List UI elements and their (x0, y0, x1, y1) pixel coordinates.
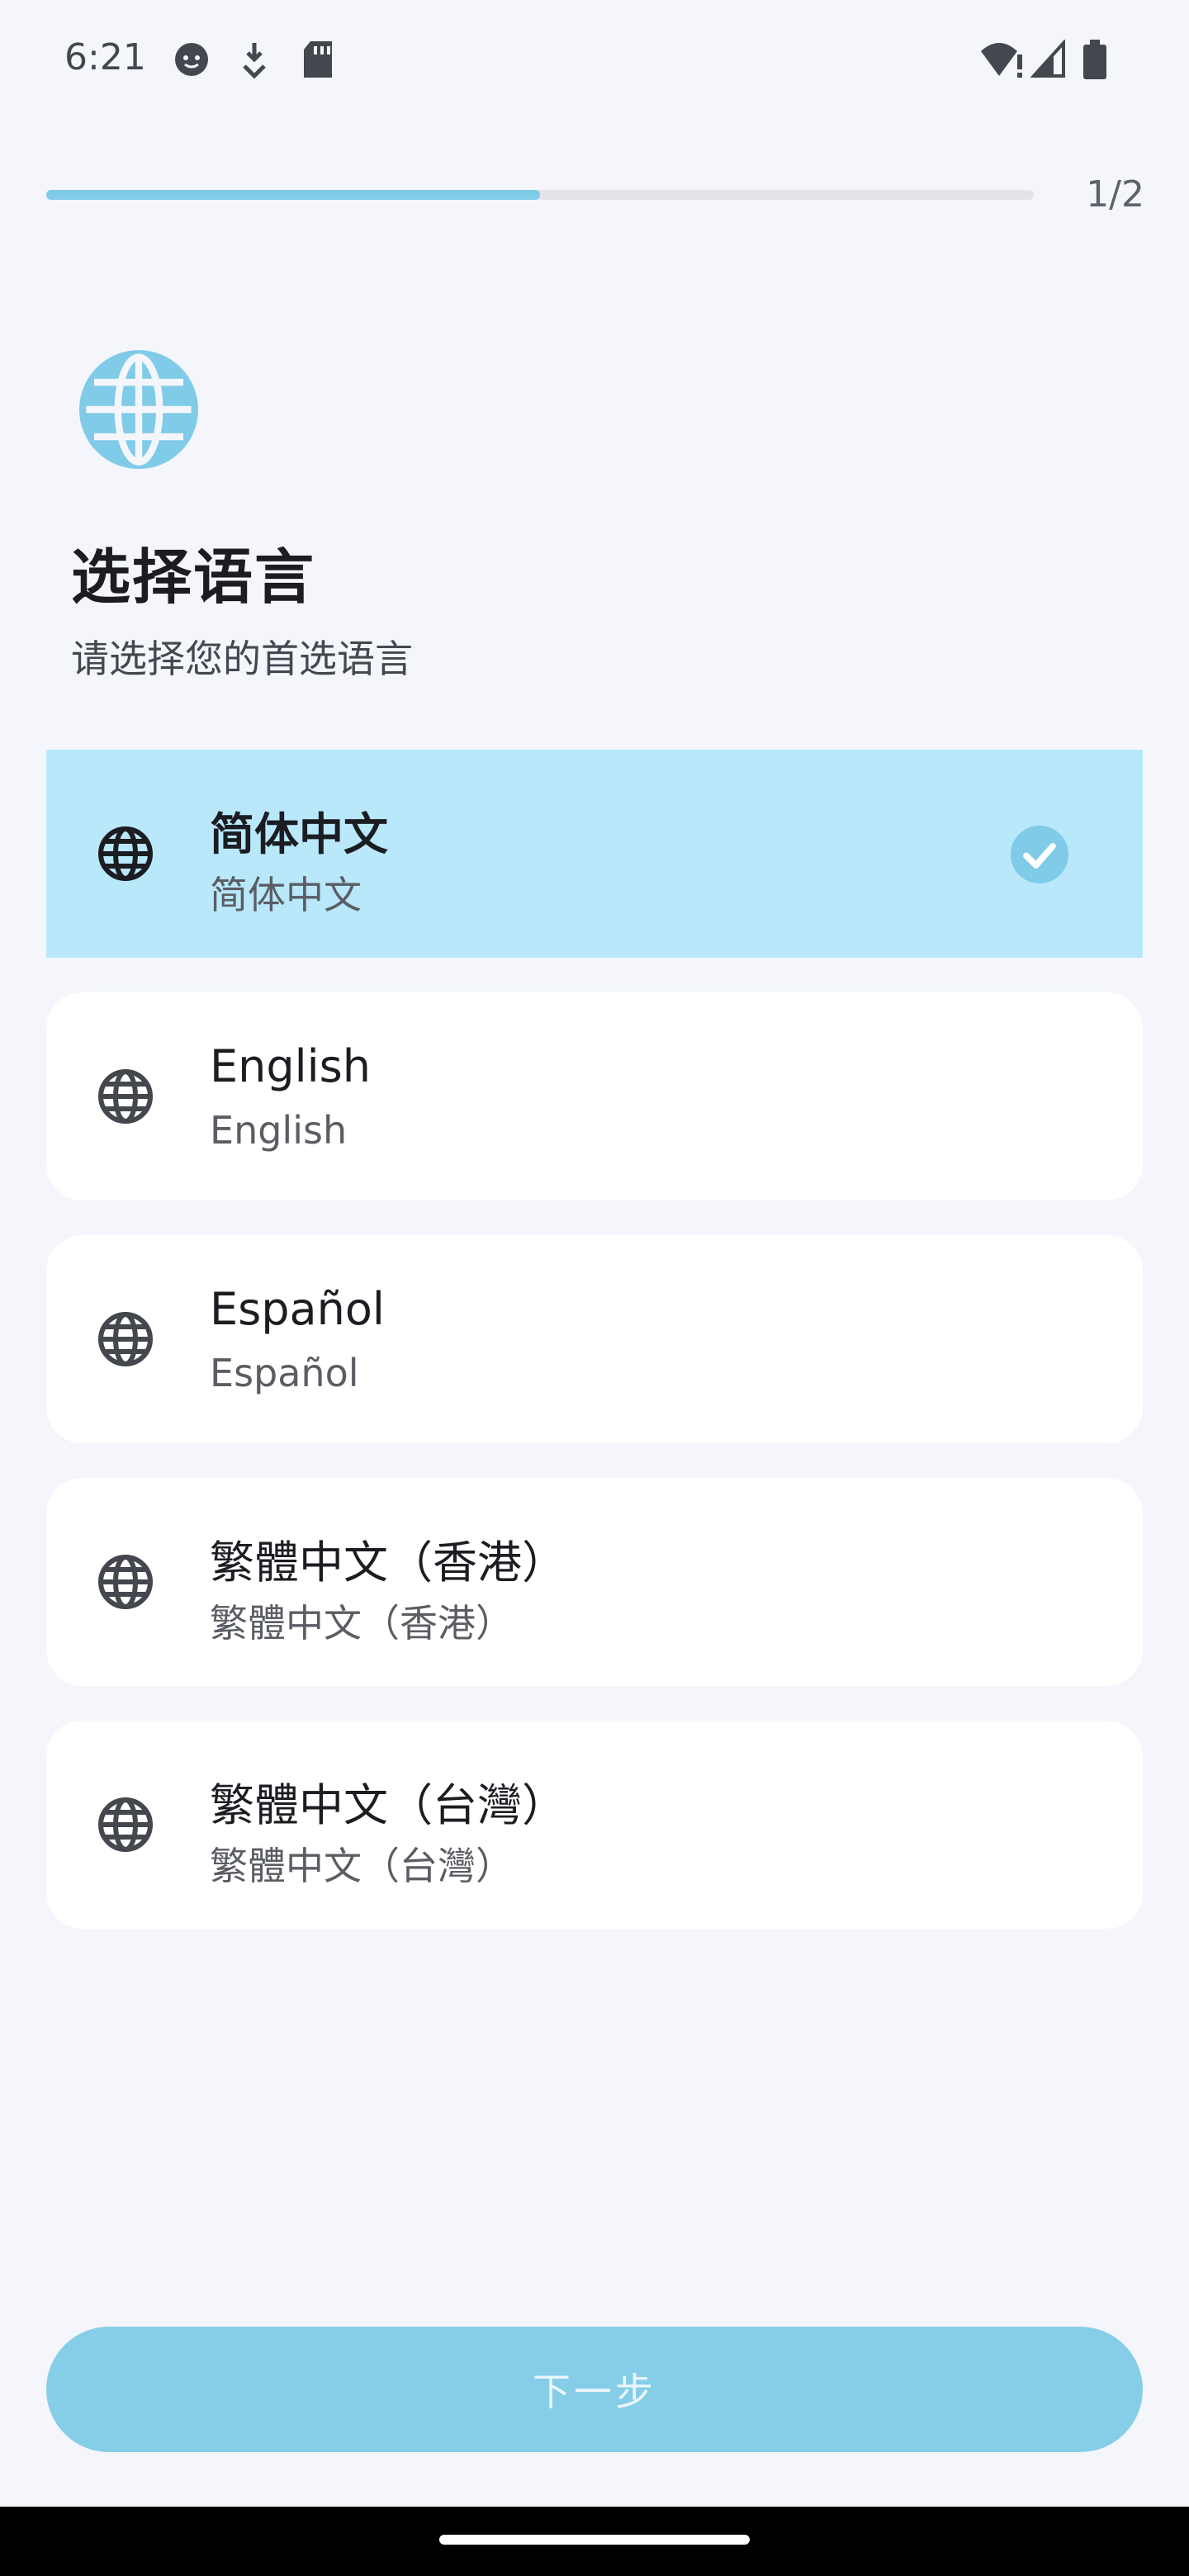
progress-label: 1/2 (1086, 173, 1144, 215)
language-list: 简体中文 简体中文 English English Español Españo… (46, 750, 1143, 1963)
language-native-name: 简体中文 (210, 873, 362, 917)
globe-icon (98, 1555, 153, 1609)
wifi-alert-icon (981, 43, 1022, 78)
language-native-name: 繁體中文（台灣） (210, 1844, 514, 1888)
check-circle-icon (1011, 826, 1068, 883)
language-name: 繁體中文（香港） (210, 1537, 566, 1589)
sd-card-icon (304, 41, 332, 78)
page-title: 选择语言 (71, 542, 316, 612)
globe-icon (98, 1069, 153, 1124)
language-native-name: Español (210, 1351, 359, 1395)
progress-bar (46, 190, 1034, 200)
language-name: 简体中文 (210, 808, 388, 860)
language-option-zh-hans[interactable]: 简体中文 简体中文 (46, 750, 1143, 958)
download-icon (243, 43, 266, 79)
language-option-english[interactable]: English English (46, 992, 1143, 1200)
language-option-zh-tw[interactable]: 繁體中文（台灣） 繁體中文（台灣） (46, 1721, 1143, 1929)
signal-icon (1030, 40, 1065, 78)
language-option-zh-hk[interactable]: 繁體中文（香港） 繁體中文（香港） (46, 1478, 1143, 1686)
language-name: Español (210, 1283, 385, 1335)
language-native-name: English (210, 1108, 348, 1153)
home-handle[interactable] (439, 2535, 750, 2545)
language-name: 繁體中文（台灣） (210, 1779, 566, 1831)
status-bar: 6:21 (0, 0, 1189, 124)
globe-icon (98, 826, 153, 881)
status-time: 6:21 (64, 36, 146, 78)
page-subtitle: 请选择您的首选语言 (71, 637, 413, 681)
globe-icon (79, 350, 198, 469)
progress-fill (46, 190, 540, 200)
battery-icon (1083, 40, 1106, 79)
face-notification-icon (175, 43, 208, 76)
globe-icon (98, 1312, 153, 1366)
language-option-spanish[interactable]: Español Español (46, 1235, 1143, 1443)
language-name: English (210, 1040, 371, 1092)
globe-icon (98, 1797, 153, 1852)
next-button[interactable]: 下一步 (46, 2327, 1143, 2452)
language-native-name: 繁體中文（香港） (210, 1601, 514, 1646)
